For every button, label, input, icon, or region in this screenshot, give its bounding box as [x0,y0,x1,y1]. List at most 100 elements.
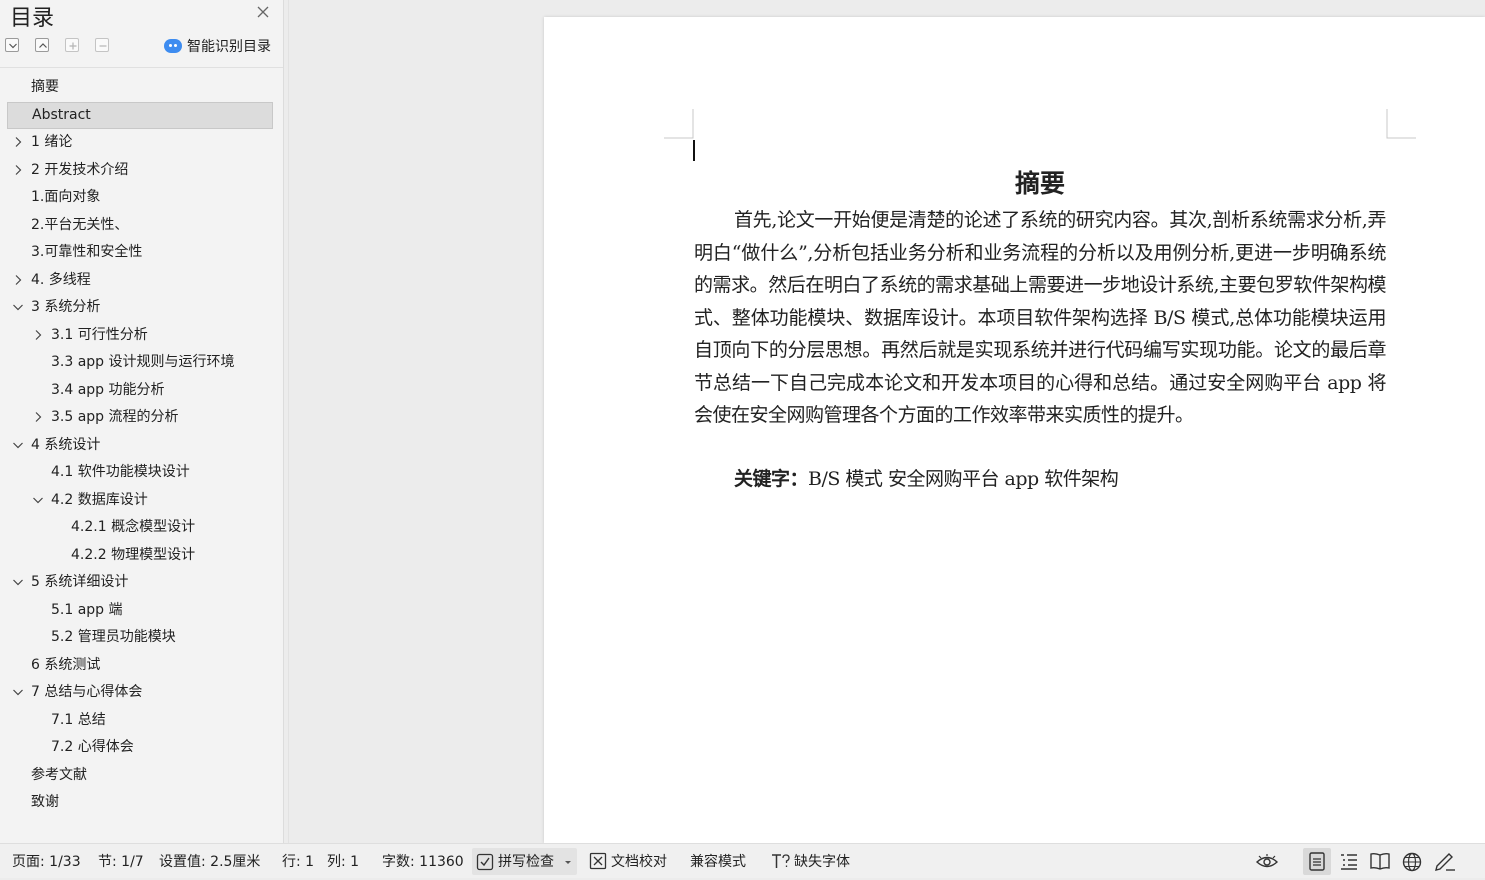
toc-item[interactable]: 5 系统详细设计 [0,569,283,596]
toc-item[interactable]: 3.3 app 设计规则与运行环境 [0,349,283,376]
proofread-label: 文档校对 [611,854,667,870]
toc-item[interactable]: 7 总结与心得体会 [0,679,283,706]
divider [0,67,283,68]
toc-item-label: 4.2.1 概念模型设计 [71,519,196,535]
eye-protection-icon[interactable] [1255,853,1279,871]
reading-mode-icon[interactable] [1370,852,1390,870]
page-view-icon [1309,852,1325,871]
toc-item[interactable]: 4. 多线程 [0,267,283,294]
toc-item-label: 2.平台无关性、 [31,216,129,233]
remove-heading-button[interactable] [95,38,109,52]
toc-item[interactable]: 4.2.2 物理模型设计 [0,542,283,569]
toc-item[interactable]: 7.2 心得体会 [0,734,283,761]
chevron-down-icon[interactable] [13,679,23,706]
add-heading-button[interactable] [65,38,79,52]
chevron-down-icon[interactable] [33,487,43,514]
status-bar: 页面: 1/33 节: 1/7 设置值: 2.5厘米 行: 1 列: 1 字数:… [0,843,1485,878]
toc-item-label: 摘要 [31,79,59,95]
chevron-down-icon[interactable] [13,294,23,321]
chevron-right-icon[interactable] [13,129,23,156]
toc-item[interactable]: 3.1 可行性分析 [0,322,283,349]
pen-annotation-icon[interactable] [1434,851,1456,871]
expand-all-button[interactable] [5,38,19,52]
chevron-right-icon[interactable] [13,157,23,184]
chevron-down-icon[interactable] [13,432,23,459]
toc-item-label: 2 开发技术介绍 [31,161,129,178]
spellcheck-label: 拼写检查 [498,854,554,870]
toc-item[interactable]: 摘要 [0,74,283,101]
toc-item[interactable]: 4.2 数据库设计 [0,487,283,514]
toc-item-label: 1.面向对象 [31,189,101,205]
minus-icon [99,45,107,47]
missing-font-button[interactable]: 缺失字体 [771,844,861,878]
chevron-right-icon[interactable] [33,404,43,431]
setting-indicator[interactable]: 设置值: 2.5厘米 [159,844,260,878]
chevron-up-icon [39,43,47,48]
chevron-right-icon[interactable] [33,322,43,349]
toc-item[interactable]: 4.2.1 概念模型设计 [0,514,283,541]
collapse-all-button[interactable] [35,38,49,52]
toc-item[interactable]: 6 系统测试 [0,652,283,679]
web-view-icon[interactable] [1402,852,1422,872]
toc-sidebar: 目录 智能识别目录 摘要 Abstract 1 绪论 2 开发技术介绍 1.面向对象 2.… [0,0,284,843]
toc-item-label: 7.1 总结 [51,711,106,728]
toc-item[interactable]: 致谢 [0,789,283,816]
toc-item-label: 3.3 app 设计规则与运行环境 [51,354,235,370]
page-indicator[interactable]: 页面: 1/33 [12,844,81,878]
outline-view-icon[interactable] [1340,853,1358,870]
word-count[interactable]: 字数: 11360 [382,844,464,878]
toc-item[interactable]: 2.平台无关性、 [0,212,283,239]
toc-item-label: 5 系统详细设计 [31,574,129,590]
toc-item[interactable]: 1.面向对象 [0,184,283,211]
toc-item[interactable]: 3.4 app 功能分析 [0,377,283,404]
toc-item[interactable]: 3 系统分析 [0,294,283,321]
compat-mode[interactable]: 兼容模式 [690,844,746,878]
toc-item-label: Abstract [32,106,91,123]
toc-item-label: 4 系统设计 [31,436,101,453]
smart-toc-label: 智能识别目录 [187,39,271,55]
toc-item[interactable]: 3.5 app 流程的分析 [0,404,283,431]
spellcheck-button[interactable]: 拼写检查 [472,848,577,875]
toc-item-label: 4. 多线程 [31,271,91,288]
chevron-down-icon [9,43,17,49]
toc-item-label: 3.4 app 功能分析 [51,381,165,398]
toc-item[interactable]: Abstract [7,101,273,129]
toc-item-label: 参考文献 [31,766,87,783]
keywords-text: B/S 模式 安全网购平台 app 软件架构 [808,468,1119,490]
toc-item-label: 4.1 软件功能模块设计 [51,464,190,480]
toc-item-label: 3.可靠性和安全性 [31,244,143,260]
caret-down-icon [565,861,571,864]
divider [288,0,289,843]
toc-item-label: 5.2 管理员功能模块 [51,629,176,645]
toc-item-label: 7 总结与心得体会 [31,684,143,700]
close-sidebar-button[interactable] [255,4,271,20]
toc-item-label: 3.1 可行性分析 [51,326,148,343]
toc-item[interactable]: 7.1 总结 [0,707,283,734]
toc-item-label: 3 系统分析 [31,299,101,315]
column-indicator: 列: 1 [327,854,360,870]
plus-icon [69,42,77,50]
chevron-down-icon[interactable] [13,569,23,596]
toc-item[interactable]: 3.可靠性和安全性 [0,239,283,266]
proofread-button[interactable]: 文档校对 [589,844,679,878]
document-page[interactable]: 摘要 首先,论文一开始便是清楚的论述了系统的研究内容。其次,剖析系统需求分析,弄… [544,17,1485,843]
toc-item-label: 7.2 心得体会 [51,739,134,755]
chevron-right-icon[interactable] [13,267,23,294]
toc-item[interactable]: 2 开发技术介绍 [0,157,283,184]
toc-item[interactable]: 5.2 管理员功能模块 [0,624,283,651]
text-caret [693,140,695,161]
close-icon [257,6,269,18]
proofread-icon [589,852,607,870]
section-indicator[interactable]: 节: 1/7 [98,844,144,878]
row-indicator: 行: 1 [282,854,315,870]
toc-item[interactable]: 4.1 软件功能模块设计 [0,459,283,486]
toc-item[interactable]: 1 绪论 [0,129,283,156]
toc-item[interactable]: 5.1 app 端 [0,597,283,624]
toc-item[interactable]: 4 系统设计 [0,432,283,459]
margin-corner-mark [1386,109,1416,139]
page-view-button[interactable] [1303,848,1331,875]
smart-toc-button[interactable]: 智能识别目录 [164,36,271,56]
ai-robot-icon [164,39,182,53]
toc-item[interactable]: 参考文献 [0,762,283,789]
document-background [284,0,544,843]
